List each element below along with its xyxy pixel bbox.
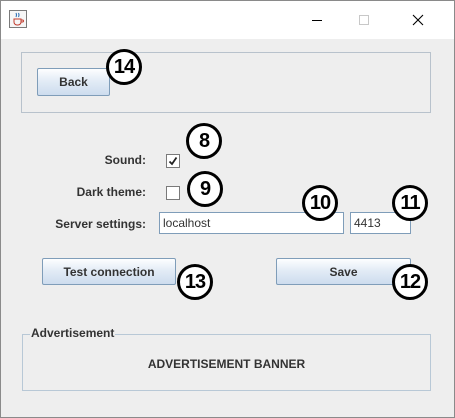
java-cup-icon	[9, 10, 27, 28]
test-connection-button[interactable]: Test connection	[42, 258, 176, 285]
minimize-button[interactable]	[294, 1, 340, 39]
title-bar[interactable]	[1, 1, 454, 39]
maximize-icon	[359, 15, 369, 25]
dark-theme-checkbox[interactable]	[166, 186, 180, 200]
maximize-button[interactable]	[341, 1, 387, 39]
sound-label: Sound:	[104, 153, 146, 167]
advertisement-legend: Advertisement	[30, 326, 116, 340]
annotation-marker-back: 14	[106, 49, 142, 85]
annotation-marker-dark-theme: 9	[187, 171, 223, 207]
save-button[interactable]: Save	[276, 258, 411, 285]
annotation-marker-test: 13	[177, 264, 213, 300]
annotation-marker-sound: 8	[186, 123, 222, 159]
server-settings-label: Server settings:	[55, 217, 146, 231]
dark-theme-label: Dark theme:	[76, 185, 146, 199]
sound-checkbox[interactable]	[166, 154, 180, 168]
back-button[interactable]: Back	[37, 68, 110, 96]
annotation-marker-port: 11	[392, 185, 428, 221]
minimize-icon	[312, 20, 322, 21]
annotation-marker-save: 12	[392, 264, 428, 300]
checkmark-icon	[168, 156, 178, 166]
app-window: Back 14 Sound: 8 Dark theme: 9 Server se…	[0, 0, 455, 418]
annotation-marker-host: 10	[302, 185, 338, 221]
close-icon	[412, 14, 424, 26]
advertisement-banner: ADVERTISEMENT BANNER	[147, 357, 306, 371]
close-button[interactable]	[395, 1, 441, 39]
